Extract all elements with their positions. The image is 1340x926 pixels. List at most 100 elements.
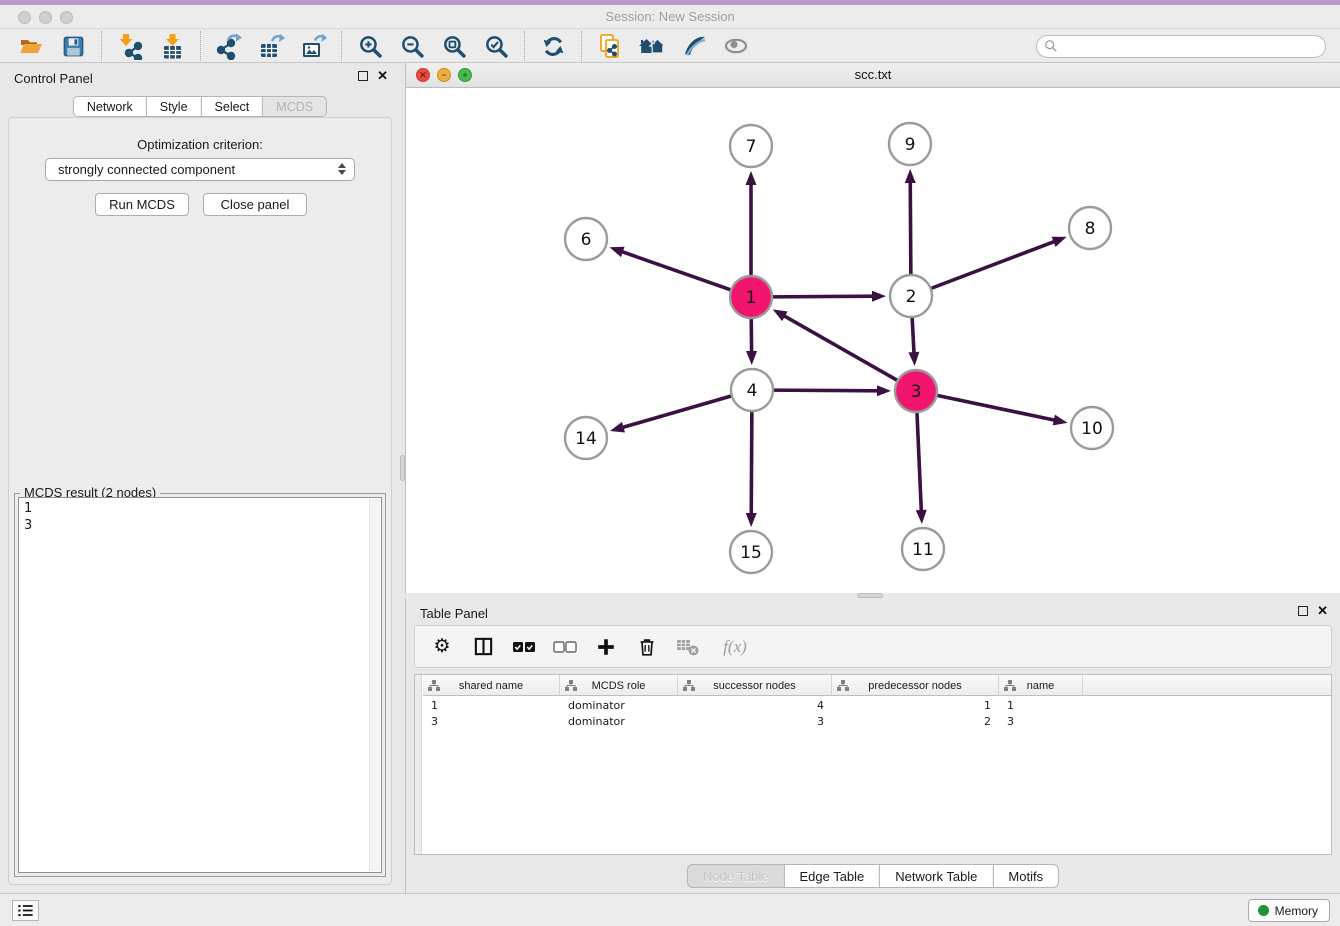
eye-icon [723,33,749,59]
column-header-name[interactable]: name [999,675,1083,696]
tab-node-table[interactable]: Node Table [687,864,785,888]
table-settings-button[interactable]: ⚙ [430,635,454,659]
graph-edge-3-1[interactable] [782,315,899,382]
tab-motifs[interactable]: Motifs [992,864,1059,888]
table-panel-title: Table Panel [420,606,488,621]
float-panel-icon[interactable] [358,71,368,81]
export-table-icon [258,33,285,60]
column-visibility-button[interactable] [471,635,495,659]
control-panel: Control Panel ✕ NetworkStyleSelectMCDS O… [0,63,400,893]
export-image-button[interactable] [297,31,329,61]
table-panel-tabs: Node TableEdge TableNetwork TableMotifs [687,864,1059,888]
column-header-mcds-role[interactable]: MCDS role [560,675,678,696]
tab-network-table[interactable]: Network Table [879,864,993,888]
graph-edge-2-3[interactable] [912,315,914,355]
houses-button[interactable] [636,31,668,61]
columns-icon [473,636,494,657]
tab-mcds[interactable]: MCDS [262,96,327,117]
close-panel-icon[interactable]: ✕ [377,71,388,81]
graph-edge-3-10[interactable] [935,395,1057,421]
refresh-button[interactable] [537,31,569,61]
import-table-icon [159,33,186,60]
zoom-out-button[interactable] [396,31,428,61]
tab-style[interactable]: Style [146,96,202,117]
float-panel-icon[interactable] [1298,606,1308,616]
table-cell: dominator [560,699,678,712]
delete-table-button[interactable] [676,635,700,659]
graph-edge-arrowhead [916,510,927,524]
search-field[interactable] [1036,35,1326,58]
tab-edge-table[interactable]: Edge Table [783,864,880,888]
zoom-out-icon [400,34,425,59]
close-panel-button[interactable]: Close panel [203,193,307,216]
houses-icon [638,33,666,59]
function-builder-button[interactable]: f(x) [717,635,753,659]
toolbar-separator [341,31,342,61]
table-cell: 3 [678,715,832,728]
graph-edge-1-2[interactable] [770,296,875,297]
graphics-details-button[interactable] [678,31,710,61]
graph-edge-4-15[interactable] [751,409,752,516]
zoom-in-button[interactable] [354,31,386,61]
mcds-result-area[interactable]: 1 3 [18,497,382,873]
select-all-button[interactable] [512,635,536,659]
clone-network-button[interactable] [594,31,626,61]
table-panel: Table Panel ✕ ⚙ [405,598,1340,893]
memory-button[interactable]: Memory [1248,899,1330,922]
export-network-button[interactable] [213,31,245,61]
run-mcds-button[interactable]: Run MCDS [95,193,189,216]
export-table-button[interactable] [255,31,287,61]
graph-edge-arrowhead [1052,237,1067,247]
add-column-button[interactable] [594,635,618,659]
graph-edge-4-3[interactable] [771,390,880,391]
tab-select[interactable]: Select [201,96,264,117]
mcds-result-fieldset: MCDS result (2 nodes) 1 3 [14,493,386,877]
open-session-button[interactable] [15,31,47,61]
eye-button[interactable] [720,31,752,61]
column-header-predecessor-nodes[interactable]: predecessor nodes [832,675,999,696]
control-panel-tabs: NetworkStyleSelectMCDS [73,96,327,117]
graph-edge-3-11[interactable] [917,410,922,513]
graph-node-label-6: 6 [581,230,592,250]
import-table-button[interactable] [156,31,188,61]
graph-edge-2-9[interactable] [910,180,911,277]
network-canvas[interactable]: 1234678910111415 [406,88,1340,593]
deselect-all-button[interactable] [553,635,577,659]
table-cell: 2 [832,715,999,728]
column-header-shared-name[interactable]: shared name [423,675,560,696]
deselect-all-icon [553,640,577,654]
column-tree-icon [683,680,695,691]
column-tree-icon [1004,680,1016,691]
fx-icon: f(x) [723,637,747,657]
close-panel-icon[interactable]: ✕ [1317,606,1328,616]
save-session-button[interactable] [57,31,89,61]
graph-edge-arrowhead [746,171,757,185]
graph-node-label-7: 7 [746,137,757,157]
import-network-button[interactable] [114,31,146,61]
network-window-titlebar[interactable]: ✕ − + scc.txt [406,63,1340,88]
graph-edge-arrowhead [872,291,886,302]
graph-edge-arrowhead [610,247,625,257]
network-graph-svg: 1234678910111415 [406,88,1340,593]
zoom-selected-button[interactable] [480,31,512,61]
column-header-successor-nodes[interactable]: successor nodes [678,675,832,696]
search-input[interactable] [1063,39,1318,53]
table-row[interactable]: 1dominator411 [423,697,1331,713]
table-row[interactable]: 3dominator323 [423,713,1331,729]
criterion-select[interactable]: strongly connected component [45,158,355,181]
memory-label: Memory [1275,904,1318,918]
tab-network[interactable]: Network [73,96,147,117]
task-history-button[interactable] [12,900,39,921]
result-scrollbar[interactable] [369,499,380,871]
graph-edge-4-14[interactable] [621,395,734,428]
table-toolbar: ⚙ [414,625,1332,668]
plus-icon [595,636,617,658]
table-cell: 1 [423,699,560,712]
graph-edge-2-8[interactable] [929,241,1057,289]
graph-node-label-1: 1 [746,288,757,308]
delete-column-button[interactable] [635,635,659,659]
table-cell: 3 [999,715,1083,728]
zoom-fit-button[interactable] [438,31,470,61]
graph-edge-1-6[interactable] [620,251,733,291]
graph-edge-arrowhead [905,169,916,183]
